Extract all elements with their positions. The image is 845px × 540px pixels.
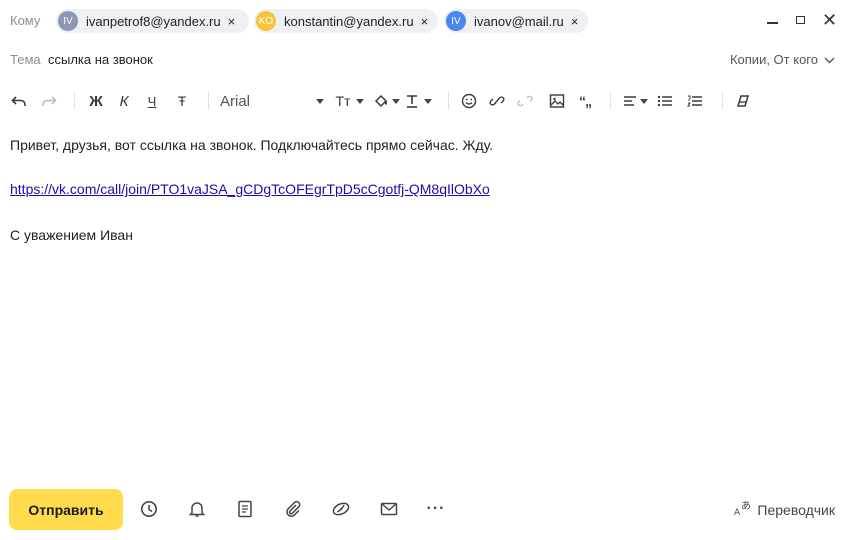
to-label: Кому bbox=[10, 13, 41, 28]
fill-dropdown-icon[interactable] bbox=[392, 90, 400, 112]
bold-icon[interactable]: Ж bbox=[86, 90, 106, 112]
format-toolbar: Ж К Ч Ŧ Arial Tт “„ bbox=[0, 90, 845, 112]
quote-icon[interactable]: “„ bbox=[574, 90, 596, 112]
envelope-icon[interactable] bbox=[378, 498, 400, 520]
template-icon[interactable] bbox=[234, 498, 256, 520]
subject-row: Тема ссылка на звонок Копии, От кого bbox=[0, 50, 845, 70]
send-button[interactable]: Отправить bbox=[9, 489, 123, 530]
restore-icon[interactable] bbox=[796, 16, 805, 24]
numbered-list-icon[interactable] bbox=[686, 90, 704, 112]
toolbar-divider bbox=[610, 92, 611, 110]
copies-label: Копии, От кого bbox=[729, 52, 818, 67]
image-icon[interactable] bbox=[548, 90, 566, 112]
svg-text:あ: あ bbox=[741, 500, 751, 512]
font-name: Arial bbox=[220, 92, 251, 110]
link-icon[interactable] bbox=[488, 90, 506, 112]
text-size-dropdown-icon[interactable] bbox=[356, 90, 364, 112]
copies-toggle[interactable]: Копии, От кого bbox=[730, 52, 835, 67]
text-size-icon[interactable]: Tт bbox=[332, 90, 354, 112]
fill-color-icon[interactable] bbox=[372, 90, 390, 112]
clock-icon[interactable] bbox=[138, 498, 160, 520]
recipient-chip[interactable]: KO konstantin@yandex.ru × bbox=[254, 9, 438, 33]
send-label: Отправить bbox=[28, 501, 104, 518]
font-dropdown-icon[interactable] bbox=[316, 90, 324, 112]
toolbar-divider bbox=[722, 92, 723, 110]
signature[interactable]: С уважением Иван bbox=[10, 227, 133, 243]
recipient-email: konstantin@yandex.ru bbox=[284, 13, 414, 29]
toolbar-divider bbox=[448, 92, 449, 110]
recipient-chip[interactable]: IV ivanov@mail.ru × bbox=[444, 9, 588, 33]
bell-icon[interactable] bbox=[186, 498, 208, 520]
text-color-icon[interactable] bbox=[404, 90, 420, 112]
font-select[interactable]: Arial bbox=[220, 90, 310, 112]
translator-button[interactable]: Aあ Переводчик bbox=[734, 500, 835, 519]
strikethrough-icon[interactable]: Ŧ bbox=[172, 90, 192, 112]
remove-recipient-icon[interactable]: × bbox=[571, 14, 579, 29]
align-dropdown-icon[interactable] bbox=[640, 90, 648, 112]
recipient-email: ivanov@mail.ru bbox=[474, 13, 564, 29]
italic-icon[interactable]: К bbox=[114, 90, 134, 112]
subject-field[interactable]: ссылка на звонок bbox=[48, 52, 153, 67]
redo-icon[interactable] bbox=[40, 90, 58, 112]
translate-icon: Aあ bbox=[734, 500, 754, 519]
svg-text:A: A bbox=[734, 508, 741, 516]
recipients-row: Кому IV ivanpetrof8@yandex.ru × KO konst… bbox=[0, 8, 845, 34]
unlink-icon[interactable] bbox=[516, 90, 534, 112]
avatar: KO bbox=[256, 11, 276, 31]
translator-label: Переводчик bbox=[757, 501, 835, 518]
chevron-down-icon bbox=[824, 52, 835, 67]
toolbar-divider bbox=[208, 92, 209, 110]
message-line[interactable]: Привет, друзья, вот ссылка на звонок. По… bbox=[10, 137, 493, 153]
toolbar-divider bbox=[74, 92, 75, 110]
minimize-icon[interactable] bbox=[767, 22, 778, 24]
disk-icon[interactable] bbox=[330, 498, 352, 520]
undo-icon[interactable] bbox=[10, 90, 28, 112]
bullet-list-icon[interactable] bbox=[656, 90, 674, 112]
avatar: IV bbox=[58, 11, 78, 31]
align-icon[interactable] bbox=[622, 90, 638, 112]
avatar: IV bbox=[446, 11, 466, 31]
recipient-email: ivanpetrof8@yandex.ru bbox=[86, 13, 221, 29]
emoji-icon[interactable] bbox=[460, 90, 478, 112]
recipient-chip[interactable]: IV ivanpetrof8@yandex.ru × bbox=[56, 9, 249, 33]
call-link[interactable]: https://vk.com/call/join/PTO1vaJSA_gCDgT… bbox=[10, 181, 490, 197]
remove-recipient-icon[interactable]: × bbox=[228, 14, 236, 29]
attach-icon[interactable] bbox=[282, 498, 304, 520]
remove-recipient-icon[interactable]: × bbox=[421, 14, 429, 29]
clear-format-icon[interactable] bbox=[734, 90, 752, 112]
close-icon[interactable]: ✕ bbox=[822, 10, 837, 31]
subject-label: Тема bbox=[10, 52, 41, 67]
text-color-dropdown-icon[interactable] bbox=[424, 90, 432, 112]
underline-icon[interactable]: Ч bbox=[142, 90, 162, 112]
more-icon[interactable]: ··· bbox=[425, 498, 447, 520]
